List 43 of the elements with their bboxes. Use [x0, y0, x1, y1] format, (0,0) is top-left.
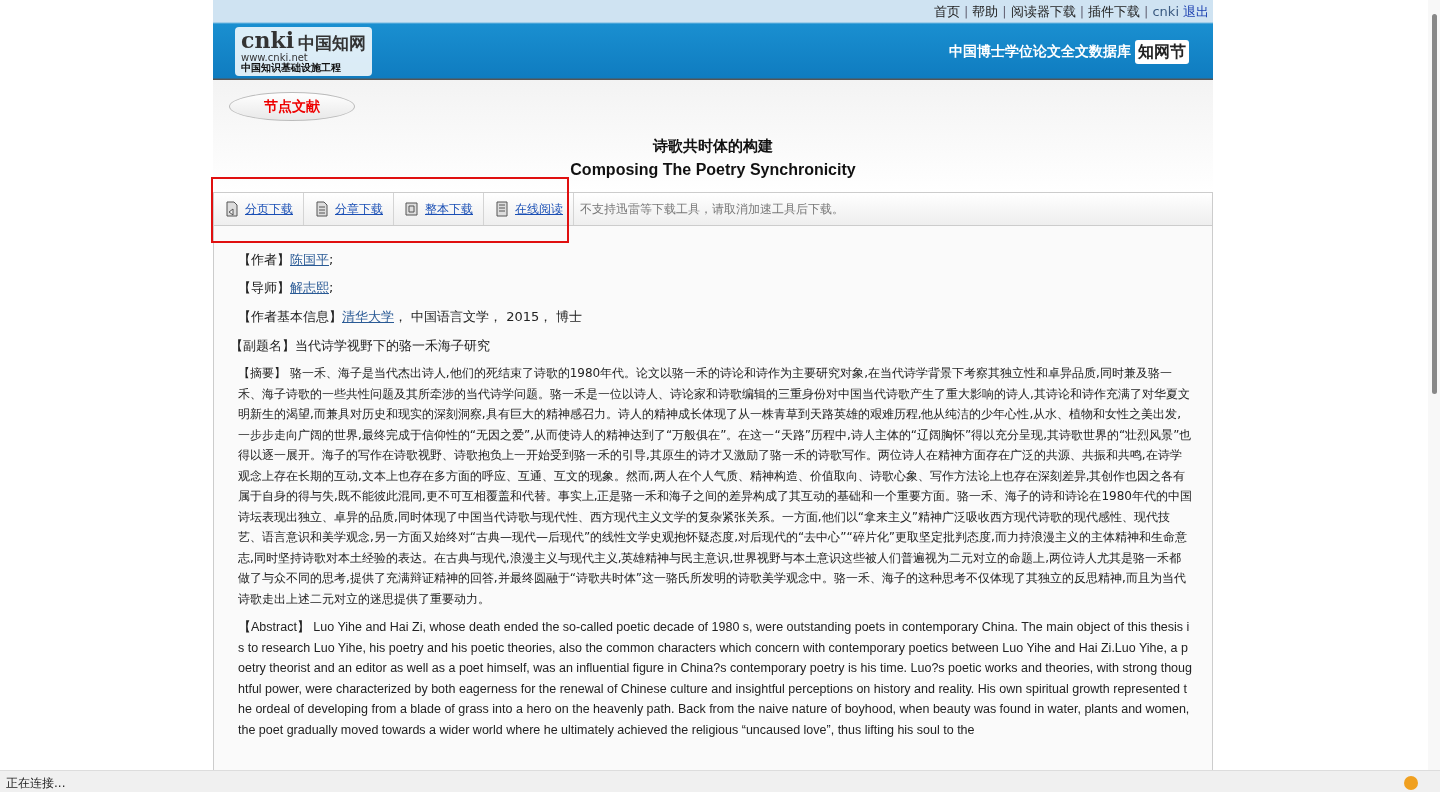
abstract-chinese: 【摘要】 骆一禾、海子是当代杰出诗人,他们的死结束了诗歌的1980年代。论文以骆一禾的诗论和诗作为主要研究对象,在当代诗学背景下考察其独立性和卓异品质,同时兼及骆一禾、海子诗歌的一些共性问题及其所牵涉的当代诗学问题。骆一禾是一位以诗人、诗论家和诗歌编辑的三重身份对中国当代诗歌产生了重大影响的诗人,其诗论和诗作充满了对华夏文明新生的渴望,而兼具对历史和现实的深刻洞察,具有巨大的精神感召力。诗人的精神成长体现了从一株青草到天路英雄的艰难历程,他从纯洁的少年心性,从水、植物和女性之美出发,一步步走向广阔的世界,最终完成于信仰性的“无因之爱”,从而使诗人的精神达到了“万般俱在”。在这一“天路”历程中,诗人主体的“辽阔胸怀”得以充分呈现,其诗歌世界的“壮烈风景”也得以逐一展开。海子的写作在诗歌视野、诗歌抱负上一开始受到骆一禾的引导,其原生的诗才又激励了骆一禾的诗歌写作。两位诗人在精神方面存在广泛的共源、共振和共鸣,在诗学观念上存在长期的互动,文本上也存在多方面的呼应、互通、互文的现象。然而,两人在个人气质、精神构造、价值取向、诗歌心象、写作方法论上也存在深刻差异,其创作也因之各有属于自身的得与失,既不能彼此混同,更不可互相覆盖和代替。事实上,正是骆一禾和海子之间的差异构成了其互动的基础和一个重要方面。骆一禾、海子的诗和诗论在1980年代的中国诗坛表现出独立、卓异的品质,同时体现了中国当代诗歌与现代性、西方现代主义文学的复杂紧张关系。一方面,他们以“拿来主义”精神广泛吸收西方现代诗歌的现代感性、现代技艺、语言意识和美学观念,另一方面又始终对“古典—现代—后现代”的线性文学史观抱怀疑态度,对后现代的“去中心”“碎片化”更取坚定批判态度,而力持浪漫主义的主体精神和生命意志,同时坚持诗歌对本土经验的表达。在古典与现代,浪漫主义与现代主义,英雄精神与民主意识,世界视野与本土意识这些被人们普遍视为二元对立的命题上,两位诗人尤其是骆一禾都做了与众不同的思考,提供了充满辩证精神的回答,并最终圆融于“诗歌共时体”这一骆氏所发明的诗歌美学观念中。骆一禾、海子的这种思考不仅体现了其独立的反思精神,而且为当代诗歌走出上述二元对立的迷思提供了重要动力。: [237, 365, 1192, 608]
field-label: 【作者】: [238, 251, 290, 267]
document-icon: [314, 200, 330, 217]
download-button[interactable]: 分页下载: [214, 192, 304, 225]
site-logo[interactable]: cnki 中国知网 www.cnki.net 中国知识基础设施工程: [235, 27, 372, 76]
subtitle-text: 【副题名】当代诗学视野下的骆一禾海子研究: [230, 338, 491, 356]
document-icon: [494, 200, 510, 217]
knot-logo: 知网节: [1135, 39, 1189, 64]
document-icon: [224, 200, 240, 217]
separator-text: |: [1002, 2, 1007, 21]
metadata-link[interactable]: 陈国平: [290, 251, 329, 267]
document-icon: [404, 200, 420, 217]
logo-url-text: www.cnki.net: [241, 52, 308, 63]
logo-brand-text: cnki: [241, 29, 294, 53]
metadata-link[interactable]: 解志熙: [290, 280, 329, 296]
username-text: cnki: [1152, 2, 1179, 21]
top-link[interactable]: 插件下载: [1088, 1, 1141, 22]
field-value: ;: [329, 280, 334, 296]
logout-link[interactable]: 退出: [1183, 1, 1209, 22]
download-button[interactable]: 整本下载: [394, 192, 484, 225]
metadata-link[interactable]: 清华大学: [342, 309, 394, 325]
title-chinese: 诗歌共时体的构建: [651, 136, 774, 157]
top-link[interactable]: 帮助: [972, 1, 999, 22]
top-link[interactable]: 阅读器下载: [1010, 1, 1076, 22]
field-label: 【作者基本信息】: [238, 309, 342, 325]
top-link[interactable]: 首页: [933, 1, 960, 22]
separator-text: |: [1079, 2, 1085, 21]
field-value: ;: [329, 251, 334, 267]
scrollbar-thumb[interactable]: [1432, 14, 1437, 394]
abstract-english: 【Abstract】 Luo Yihe and Hai Zi, whose death ended the so-called poetic decade of 1980 s, were outstanding poets in contemporary China. The main object of this thesis is to research Luo Yihe, his poetry and his poetic theories, also the common characters which concern with contemporary poetics between Luo Yihe and Hai Zi.Luo Yihe, a poetry theorist and an editor as well as a poet himself, was an influential figure in China?s contemporary poetry is his time. Luo?s poetic works and theories, with strong thoughtful power, were characterized by both eagerness for the renewal of Chinese culture and insightful perceptions on history and reality. His own spiritual growth represented the ordeal of developing from a blade of grass into a hero on the heavenly path. Back from the naive nature of boyhood, when beauty was found in water, plants and women, the poet gradually moved towards a wider world where he ultimately achieved the religious “uncaused love”, thus lifting his soul to the: [237, 619, 1192, 739]
status-bar-text: 正在连接...: [0, 770, 1440, 792]
logo-name-text: 中国知网: [298, 34, 366, 53]
separator-text: |: [1144, 2, 1149, 21]
logo-tagline-text: 中国知识基础设施工程: [241, 63, 342, 74]
download-note: 不支持迅雷等下载工具，请取消加速工具后下载。: [579, 200, 844, 218]
download-button[interactable]: 在线阅读: [484, 192, 574, 225]
database-title: 中国博士学位论文全文数据库: [949, 42, 1131, 61]
field-label: 【导师】: [238, 280, 290, 296]
title-english: Composing The Poetry Synchronicity: [569, 159, 857, 180]
separator-text: |: [963, 2, 969, 21]
download-button[interactable]: 分章下载: [304, 192, 394, 225]
section-tab[interactable]: 节点文献: [229, 92, 355, 121]
field-value: ， 中国语言文学， 2015， 博士: [394, 309, 583, 325]
